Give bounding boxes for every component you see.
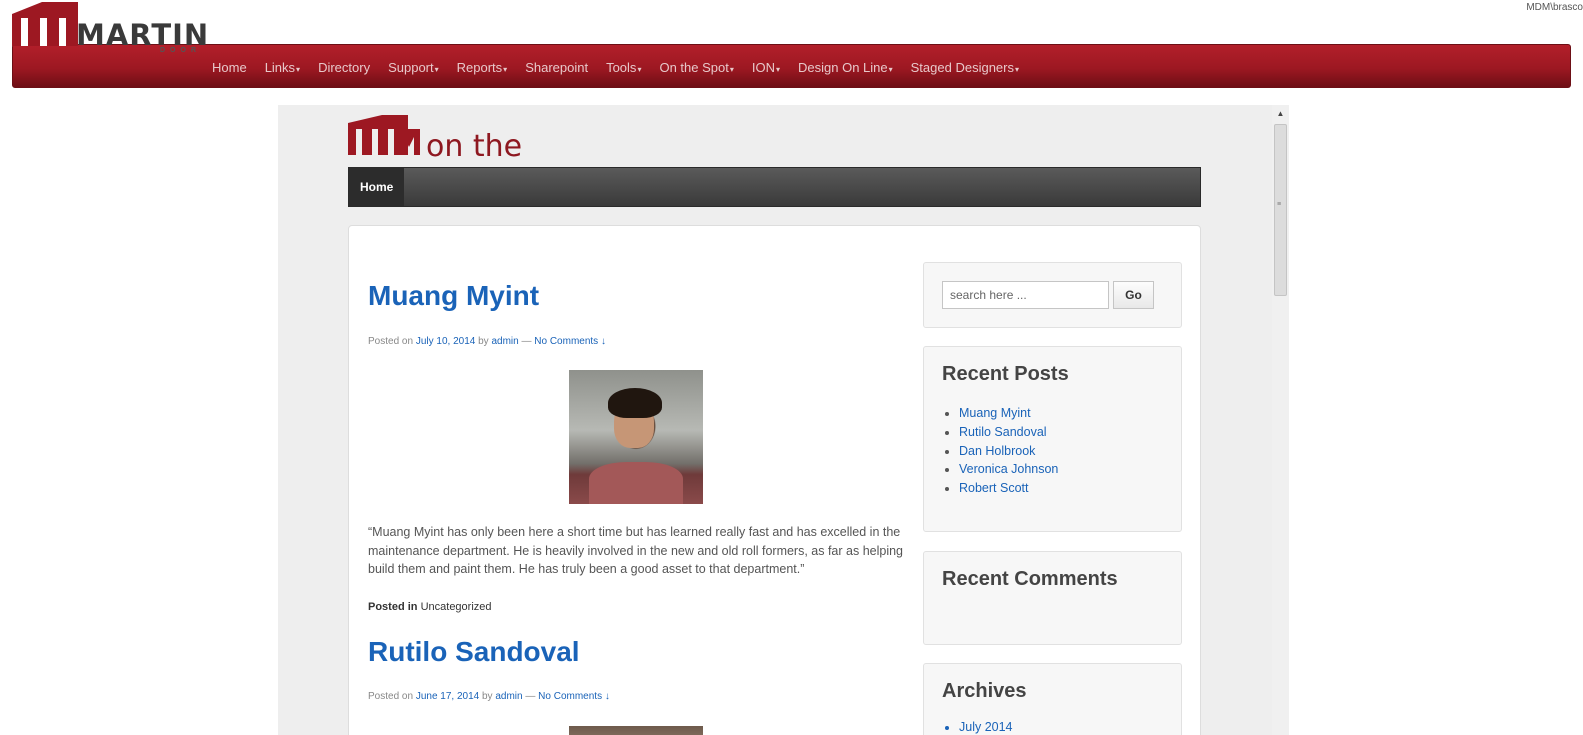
nav-item-label: Home <box>212 59 247 75</box>
site-nav-home[interactable]: Home <box>349 168 405 206</box>
nav-item-label: Design On Line <box>798 59 888 75</box>
frame-scrollbar[interactable]: ▲ ≡ <box>1272 105 1289 735</box>
nav-item-label: Tools <box>606 59 637 75</box>
nav-item[interactable]: Links▾ <box>256 60 309 75</box>
post-author-link[interactable]: admin <box>495 691 522 702</box>
caret-down-icon: ▾ <box>729 64 734 74</box>
caret-down-icon: ▾ <box>888 64 893 74</box>
caret-down-icon: ▾ <box>296 64 301 74</box>
posted-on-label: Posted on <box>368 336 414 347</box>
scroll-up-arrow-icon[interactable]: ▲ <box>1272 105 1289 122</box>
nav-item[interactable]: Home <box>203 60 256 75</box>
photo-shirt <box>589 462 683 504</box>
caret-down-icon: ▾ <box>775 64 780 74</box>
post-date-link[interactable]: June 17, 2014 <box>416 691 479 702</box>
nav-item[interactable]: Tools▾ <box>597 60 650 75</box>
main-navbar: Home Links▾ Directory Support▾ Reports▾ Share… <box>12 44 1571 88</box>
recent-comments-widget: Recent Comments <box>923 551 1182 645</box>
post-meta: Posted on June 17, 2014 by admin — No Co… <box>368 691 610 702</box>
post-excerpt: “Muang Myint has only been here a short … <box>368 525 904 576</box>
by-label: by <box>478 336 489 347</box>
recent-posts-widget: Recent Posts Muang Myint Rutilo Sandoval… <box>923 346 1182 532</box>
posted-in-label: Posted in <box>368 601 418 613</box>
category-link[interactable]: Uncategorized <box>421 601 492 613</box>
recent-comments-heading: Recent Comments <box>942 568 1118 590</box>
search-go-button[interactable]: Go <box>1113 281 1154 309</box>
garage-logo-icon <box>12 2 78 46</box>
nav-item[interactable]: ION▾ <box>743 60 789 75</box>
archive-link[interactable]: July 2014 <box>959 720 1013 734</box>
by-label: by <box>482 691 493 702</box>
recent-post-link[interactable]: Veronica Johnson <box>959 460 1058 479</box>
recent-post-link[interactable]: Muang Myint <box>959 404 1058 423</box>
nav-item-label: Reports <box>456 59 503 75</box>
archives-widget: Archives July 2014 <box>923 663 1182 735</box>
nav-item[interactable]: Reports▾ <box>448 60 517 75</box>
nav-item[interactable]: Support▾ <box>379 60 448 75</box>
caret-down-icon: ▾ <box>1014 64 1019 74</box>
nav-item-label: Links <box>264 59 296 75</box>
recent-post-link[interactable]: Rutilo Sandoval <box>959 423 1058 442</box>
nav-item-label: Staged Designers <box>910 59 1014 75</box>
logo-subtitle: DOOR <box>160 47 201 54</box>
nav-item-label: On the Spot <box>659 59 729 75</box>
recent-post-link[interactable]: Robert Scott <box>959 479 1058 498</box>
mm-logo-icon <box>348 115 420 155</box>
caret-down-icon: ▾ <box>434 64 439 74</box>
nav-item-label: Support <box>388 59 434 75</box>
nav-item[interactable]: Sharepoint <box>516 60 597 75</box>
post-photo[interactable] <box>569 726 703 735</box>
meta-separator: — <box>525 691 536 702</box>
post-meta: Posted on July 10, 2014 by admin — No Co… <box>368 336 606 347</box>
post-author-link[interactable]: admin <box>491 336 518 347</box>
photo-hair <box>608 388 662 418</box>
archives-list: July 2014 <box>959 720 1013 734</box>
meta-separator: — <box>521 336 532 347</box>
nav-item[interactable]: Design On Line▾ <box>789 60 902 75</box>
post-category: Posted in Uncategorized <box>368 601 492 613</box>
main-content: Muang Myint Posted on July 10, 2014 by a… <box>348 225 1201 735</box>
main-nav-list: Home Links▾ Directory Support▾ Reports▾ Share… <box>203 45 1028 89</box>
recent-post-link[interactable]: Dan Holbrook <box>959 442 1058 461</box>
current-user: MDM\brasco <box>1526 2 1583 13</box>
post-date-link[interactable]: July 10, 2014 <box>416 336 476 347</box>
nav-item-label: Directory <box>318 59 371 75</box>
nav-item-label: Sharepoint <box>525 59 589 75</box>
post-photo[interactable] <box>569 370 703 504</box>
archives-heading: Archives <box>942 680 1027 702</box>
caret-down-icon: ▾ <box>637 64 642 74</box>
post-title[interactable]: Muang Myint <box>368 280 539 312</box>
nav-item[interactable]: Directory <box>309 60 379 75</box>
on-the-spot-logo[interactable]: on the spot <box>348 115 588 199</box>
scrollbar-thumb[interactable]: ≡ <box>1274 124 1287 296</box>
post-title[interactable]: Rutilo Sandoval <box>368 636 580 668</box>
site-navbar: Home <box>348 167 1201 207</box>
post-comments-link[interactable]: No Comments ↓ <box>538 691 610 702</box>
search-widget: Go <box>923 262 1182 328</box>
content-frame: on the spot Home Muang Myint Posted on J… <box>278 105 1289 735</box>
recent-posts-heading: Recent Posts <box>942 363 1069 385</box>
search-input[interactable] <box>942 281 1109 309</box>
grip-icon: ≡ <box>1277 201 1282 208</box>
nav-item[interactable]: Staged Designers▾ <box>902 60 1028 75</box>
nav-item-label: ION <box>751 59 775 75</box>
nav-item[interactable]: On the Spot▾ <box>650 60 742 75</box>
recent-posts-list: Muang Myint Rutilo Sandoval Dan Holbrook… <box>959 404 1058 498</box>
post-comments-link[interactable]: No Comments ↓ <box>534 336 606 347</box>
caret-down-icon: ▾ <box>503 64 508 74</box>
martin-door-logo[interactable]: MARTIN DOOR <box>12 2 208 56</box>
posted-on-label: Posted on <box>368 691 414 702</box>
brand-bar: MDM\brasco <box>0 0 1583 44</box>
